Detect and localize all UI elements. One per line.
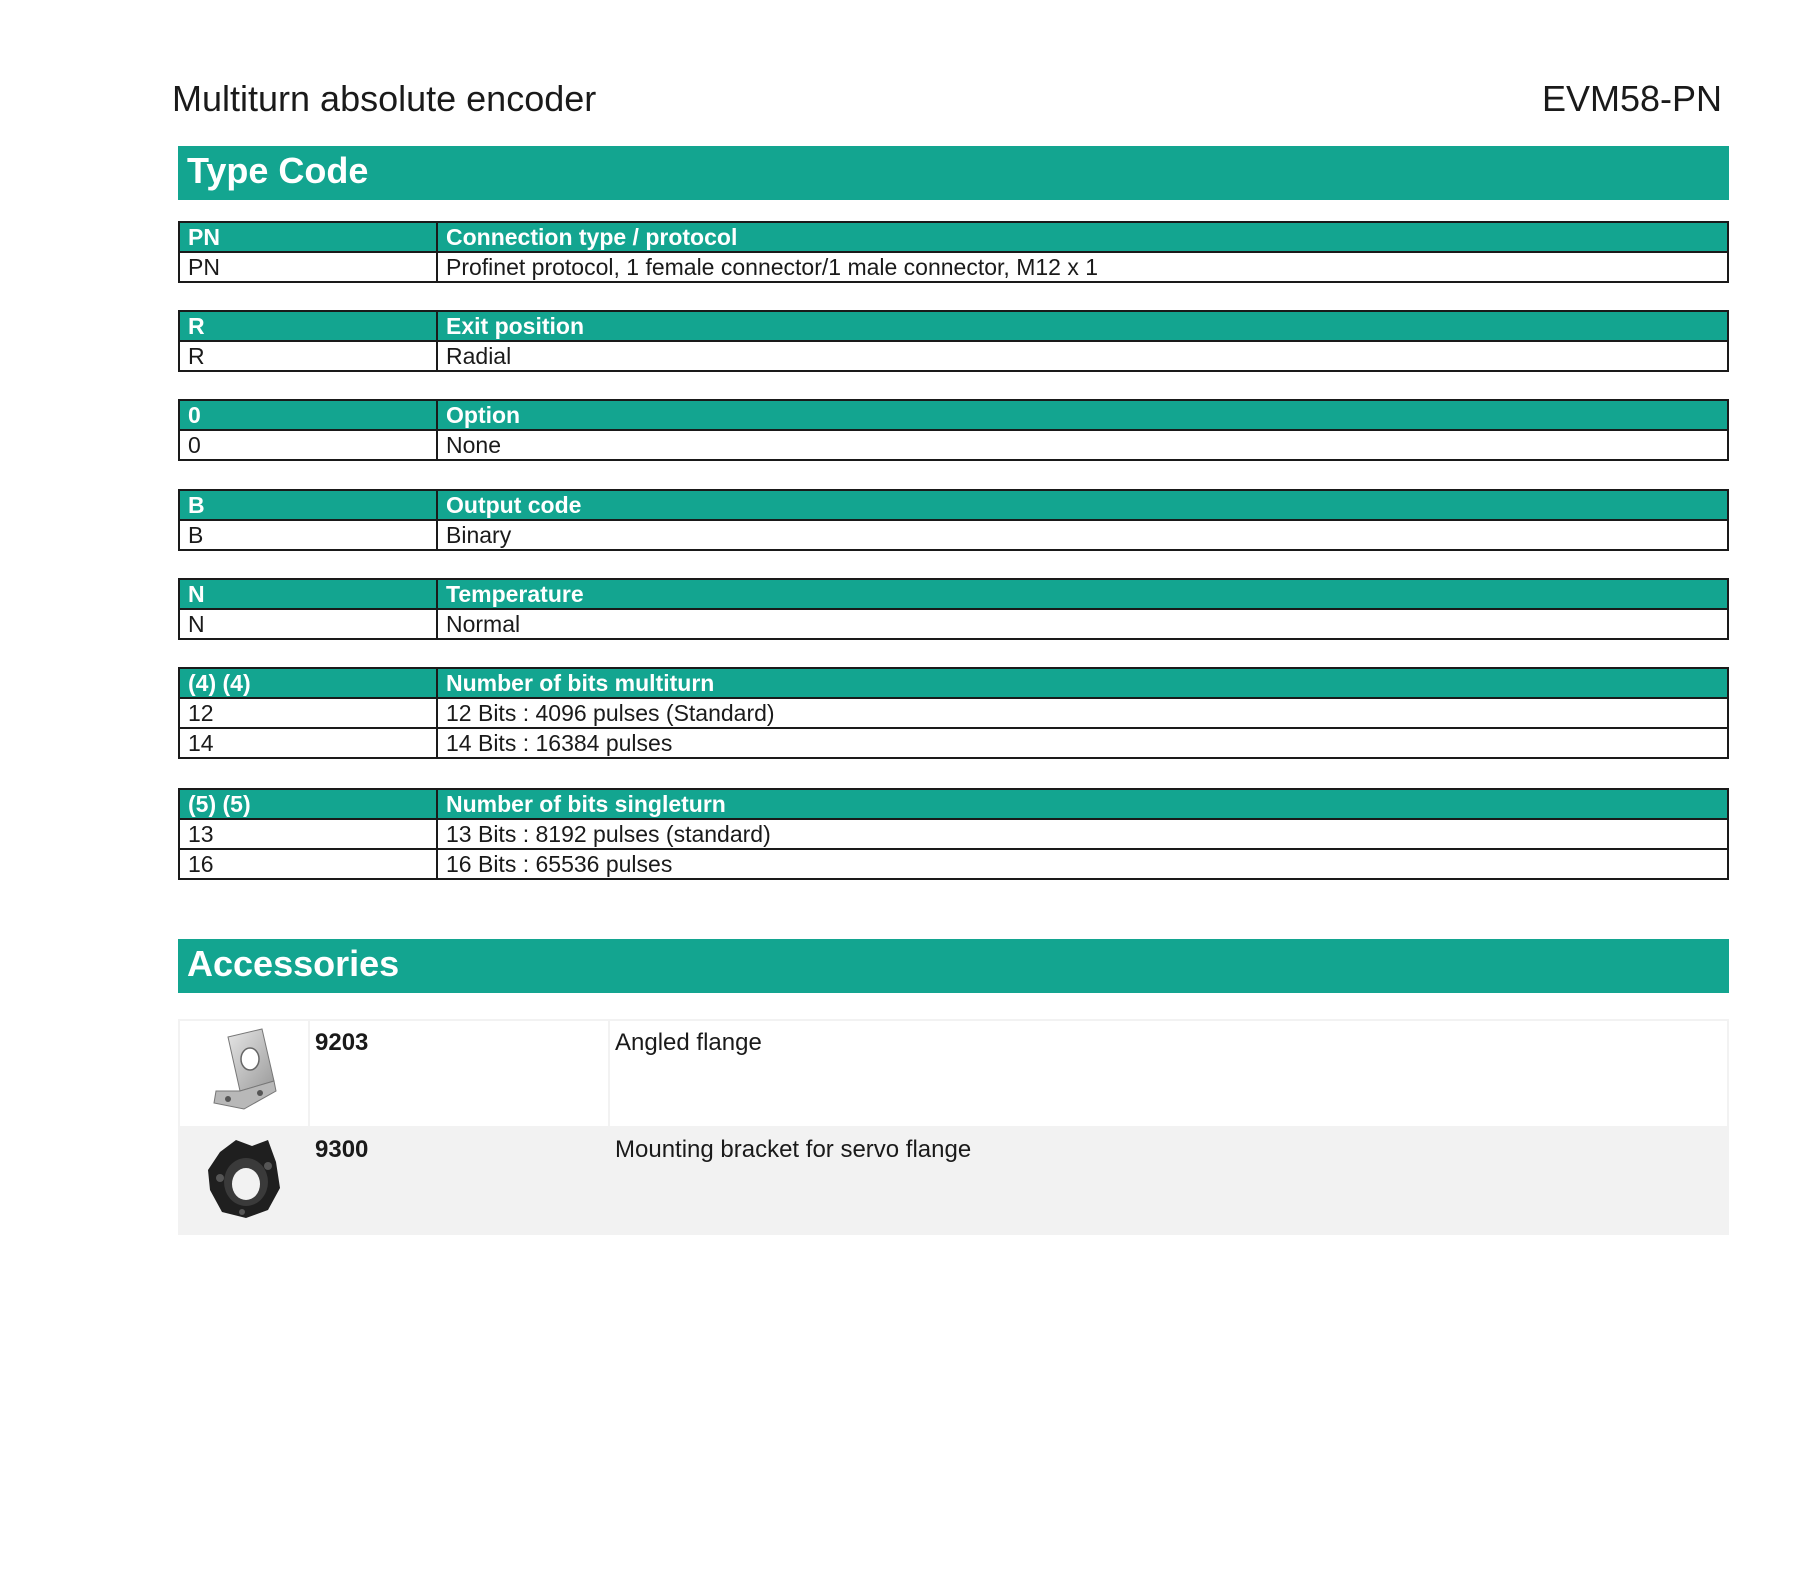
value-desc-cell: None	[436, 429, 1729, 461]
accessory-number: 9203	[308, 1019, 610, 1128]
table-row: 12 12 Bits : 4096 pulses (Standard)	[178, 697, 1729, 729]
table-row: 16 16 Bits : 65536 pulses	[178, 848, 1729, 880]
type-code-table-temperature: N Temperature N Normal	[178, 578, 1729, 640]
type-code-table-singleturn-bits: (5) (5) Number of bits singleturn 13 13 …	[178, 788, 1729, 880]
accessory-number: 9300	[308, 1126, 610, 1235]
value-desc-cell: 12 Bits : 4096 pulses (Standard)	[436, 697, 1729, 729]
code-cell: R	[178, 310, 438, 342]
table-row: 14 14 Bits : 16384 pulses	[178, 727, 1729, 759]
accessory-description: Mounting bracket for servo flange	[608, 1126, 1729, 1235]
code-cell: (5) (5)	[178, 788, 438, 820]
accessory-row: 9203 Angled flange	[178, 1019, 1729, 1128]
value-code-cell: N	[178, 608, 438, 640]
type-code-table-option: 0 Option 0 None	[178, 399, 1729, 461]
accessory-row: 9300 Mounting bracket for servo flange	[178, 1126, 1729, 1235]
table-header-row: N Temperature	[178, 578, 1729, 610]
label-cell: Option	[436, 399, 1729, 431]
type-code-table-connection: PN Connection type / protocol PN Profine…	[178, 221, 1729, 283]
value-desc-cell: Normal	[436, 608, 1729, 640]
page-header: Multiturn absolute encoder EVM58-PN	[172, 78, 1722, 128]
value-code-cell: 13	[178, 818, 438, 850]
value-desc-cell: 14 Bits : 16384 pulses	[436, 727, 1729, 759]
value-code-cell: 0	[178, 429, 438, 461]
table-row: R Radial	[178, 340, 1729, 372]
table-row: B Binary	[178, 519, 1729, 551]
table-header-row: PN Connection type / protocol	[178, 221, 1729, 253]
value-code-cell: 14	[178, 727, 438, 759]
document-title: Multiturn absolute encoder	[172, 78, 597, 119]
code-cell: B	[178, 489, 438, 521]
table-header-row: (5) (5) Number of bits singleturn	[178, 788, 1729, 820]
value-desc-cell: 16 Bits : 65536 pulses	[436, 848, 1729, 880]
label-cell: Connection type / protocol	[436, 221, 1729, 253]
table-header-row: R Exit position	[178, 310, 1729, 342]
value-code-cell: PN	[178, 251, 438, 283]
value-code-cell: 16	[178, 848, 438, 880]
accessory-image-cell	[178, 1126, 310, 1235]
value-desc-cell: Radial	[436, 340, 1729, 372]
table-row: 13 13 Bits : 8192 pulses (standard)	[178, 818, 1729, 850]
section-heading-accessories: Accessories	[178, 939, 1729, 993]
value-code-cell: R	[178, 340, 438, 372]
code-cell: 0	[178, 399, 438, 431]
label-cell: Output code	[436, 489, 1729, 521]
type-code-table-multiturn-bits: (4) (4) Number of bits multiturn 12 12 B…	[178, 667, 1729, 759]
table-row: 0 None	[178, 429, 1729, 461]
code-cell: (4) (4)	[178, 667, 438, 699]
product-code: EVM58-PN	[1541, 78, 1722, 119]
value-desc-cell: 13 Bits : 8192 pulses (standard)	[436, 818, 1729, 850]
table-header-row: 0 Option	[178, 399, 1729, 431]
type-code-table-exit-position: R Exit position R Radial	[178, 310, 1729, 372]
accessories-table: 9203 Angled flange 9300 Mounting bracket…	[178, 1019, 1729, 1235]
code-cell: PN	[178, 221, 438, 253]
type-code-table-output-code: B Output code B Binary	[178, 489, 1729, 551]
code-cell: N	[178, 578, 438, 610]
section-heading-type-code: Type Code	[178, 146, 1729, 200]
value-desc-cell: Profinet protocol, 1 female connector/1 …	[436, 251, 1729, 283]
table-header-row: B Output code	[178, 489, 1729, 521]
value-code-cell: B	[178, 519, 438, 551]
angled-flange-image	[213, 1028, 277, 1110]
accessory-description: Angled flange	[608, 1019, 1729, 1128]
value-code-cell: 12	[178, 697, 438, 729]
value-desc-cell: Binary	[436, 519, 1729, 551]
label-cell: Number of bits singleturn	[436, 788, 1729, 820]
table-row: N Normal	[178, 608, 1729, 640]
table-header-row: (4) (4) Number of bits multiturn	[178, 667, 1729, 699]
accessory-image-cell	[178, 1019, 310, 1128]
mounting-bracket-image	[208, 1140, 280, 1218]
label-cell: Number of bits multiturn	[436, 667, 1729, 699]
table-row: PN Profinet protocol, 1 female connector…	[178, 251, 1729, 283]
label-cell: Exit position	[436, 310, 1729, 342]
label-cell: Temperature	[436, 578, 1729, 610]
